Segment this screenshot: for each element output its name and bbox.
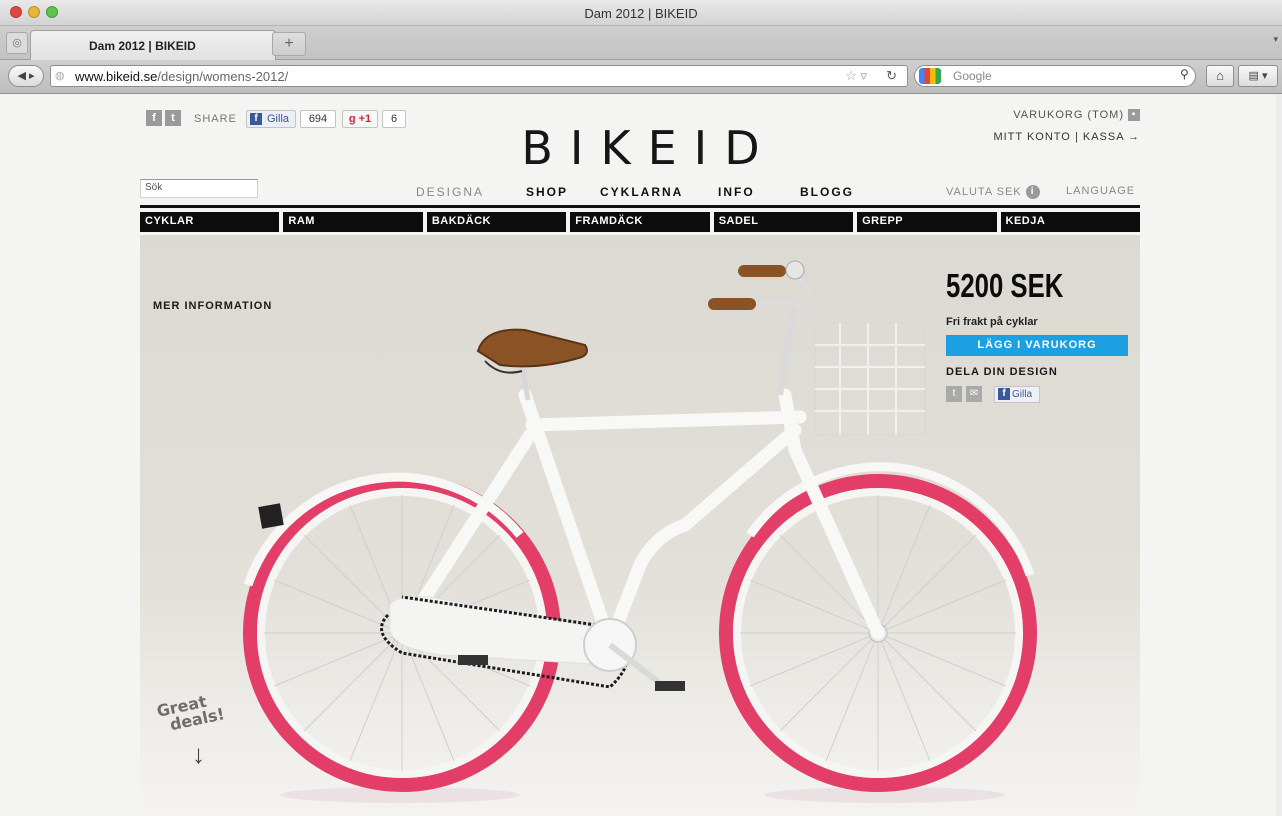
nav-item-designa[interactable]: DESIGNA [416,185,484,199]
free-shipping-text: Fri frakt på cyklar [946,316,1038,328]
share-design-heading: DELA DIN DESIGN [946,366,1058,378]
add-to-cart-button[interactable]: LÄGG I VARUKORG [946,335,1128,356]
search-engine-placeholder: Google [953,69,992,83]
address-bar[interactable]: ◍ www.bikeid.se/design/womens-2012/ ☆ ▿ … [50,65,908,87]
bike-configurator-stage: MER INFORMATION 5200 SEK Fri frakt på cy… [140,235,1140,816]
tab-cyklar[interactable]: CYKLAR [140,212,280,232]
star-icon[interactable]: ☆ ▿ [845,68,867,84]
browser-toolbar: ◀ ▸ ◍ www.bikeid.se/design/womens-2012/ … [0,60,1282,94]
window-title: Dam 2012 | BIKEID [584,6,698,21]
tab-menu-icon[interactable]: ▾ [1273,34,1278,45]
page-scrollbar[interactable] [1276,95,1282,816]
gilla-small-label: Gilla [1012,389,1033,400]
url-path: /design/womens-2012/ [157,69,289,84]
down-arrow-icon: ↓ [192,739,205,769]
google-icon[interactable] [919,68,941,84]
handlebar-grip-top [738,265,786,277]
checkout-link[interactable]: KASSA → [1083,131,1140,143]
email-icon[interactable]: ✉ [966,386,982,402]
currency-selector[interactable]: VALUTA SEK i [946,185,1040,199]
tab-sadel[interactable]: SADEL [713,212,854,232]
my-account-link[interactable]: MITT KONTO [993,131,1070,143]
component-tabs: CYKLAR RAM BAKDÄCK FRAMDÄCK SADEL GREPP … [140,212,1140,232]
tab-ram[interactable]: RAM [283,212,423,232]
web-page: f t SHARE f Gilla 694 g +1 6 BIKEID VARU… [0,95,1282,816]
account-links: VARUKORG (TOM) ▪ MITT KONTO | KASSA → [993,109,1140,143]
tab-bakdack[interactable]: BAKDÄCK [426,212,567,232]
tab-bar: ◎ Dam 2012 | BIKEID + ▾ [0,26,1282,60]
front-basket [814,322,926,436]
search-engine-field[interactable]: Google [914,65,1196,87]
more-info-link[interactable]: MER INFORMATION [153,300,272,312]
language-selector[interactable]: LANGUAGE [1066,185,1135,197]
account-separator: | [1074,131,1079,144]
site-icon: ◍ [55,70,65,82]
cart-link[interactable]: VARUKORG (TOM) ▪ [993,109,1140,122]
tab-grepp[interactable]: GREPP [857,212,997,232]
product-price: 5200 SEK [946,267,1064,304]
gilla-small-button[interactable]: f Gilla [994,386,1040,403]
nav-item-blogg[interactable]: BLOGG [800,185,854,199]
header-divider [140,205,1140,208]
facebook-like-icon: f [998,388,1010,400]
new-tab-button[interactable]: + [272,32,306,56]
tab-title: Dam 2012 | BIKEID [89,39,196,53]
twitter-icon[interactable]: t [946,386,962,402]
nav-item-shop[interactable]: SHOP [526,185,568,199]
tab-framdack[interactable]: FRAMDÄCK [570,212,710,232]
nav-item-info[interactable]: INFO [718,185,755,199]
back-button[interactable]: ◀ ▸ [8,65,44,87]
reload-icon[interactable]: ↻ [886,68,897,84]
url-text[interactable]: www.bikeid.se/design/womens-2012/ [75,69,288,84]
url-domain: www.bikeid.se [75,69,158,84]
saddle [476,328,588,368]
nav-item-cyklarna[interactable]: CYKLARNA [600,185,683,199]
cart-icon: ▪ [1128,109,1140,122]
tab-overview-icon[interactable]: ◎ [6,32,28,54]
bookmarks-menu-button[interactable]: ▤ ▾ [1238,65,1278,87]
cart-label: VARUKORG (TOM) [1013,109,1124,121]
home-icon[interactable]: ⌂ [1206,65,1234,87]
site-search-input[interactable]: Sök [140,179,258,198]
info-icon[interactable]: i [1025,185,1040,199]
handlebar-grip-bottom [708,298,756,310]
tab-bikeid[interactable]: Dam 2012 | BIKEID [30,30,276,60]
currency-label: VALUTA SEK [946,185,1022,198]
window-titlebar: Dam 2012 | BIKEID [0,0,1282,26]
tab-kedja[interactable]: KEDJA [1000,212,1140,232]
